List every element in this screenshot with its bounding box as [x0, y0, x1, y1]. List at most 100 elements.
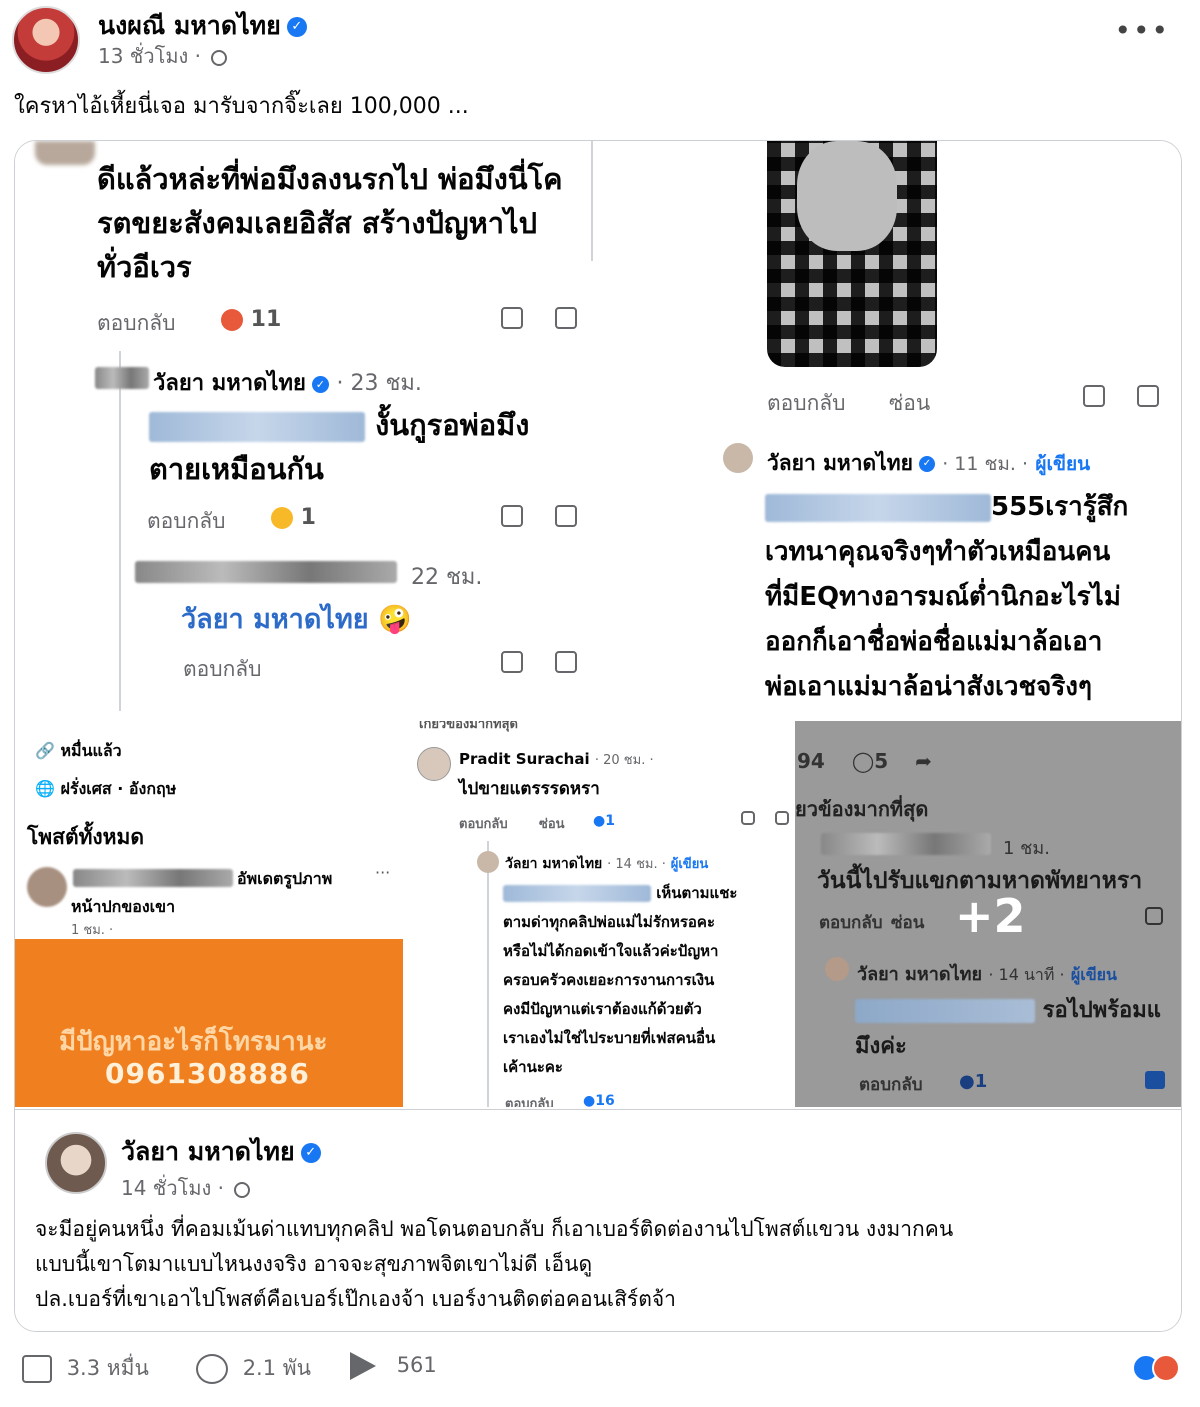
thread-line — [119, 351, 121, 711]
panel-comment-thread-3: เกี่ยวข้องมากที่สุด Pradit Surachai · 20… — [407, 721, 793, 1107]
comment-line: เวทนาคุณจริงๆทำตัวเหมือนคน — [765, 537, 1111, 567]
dislike-icon[interactable] — [555, 307, 577, 329]
like-icon[interactable] — [501, 651, 523, 673]
comment-line: คงมีปัญหาแต่เราต้องแก้ด้วยตัว — [503, 1000, 702, 1018]
comment-line: 555เรารู้สึก — [991, 492, 1129, 522]
like-icon[interactable] — [1083, 385, 1105, 407]
post-time[interactable]: 13 ชั่วโมง · — [98, 44, 201, 68]
blurred-mention — [503, 885, 651, 902]
author-name[interactable]: นงผณี มหาดไทย — [98, 11, 281, 40]
share-action[interactable]: 561 — [350, 1352, 437, 1380]
reply-text: งั้นกูรอพ่อมึง ตายเหมือนกัน — [149, 403, 669, 491]
stats-row: 94 ◯5 ➦ — [797, 749, 932, 773]
author-badge: ผู้เขียน — [1070, 965, 1117, 984]
comment-line: ดีแล้วหล่ะที่พ่อมึงลงนรกไป พ่อมึงนี่โค — [97, 162, 563, 196]
comment-time: · 14 ชม. · — [607, 857, 666, 872]
author-avatar[interactable] — [825, 957, 849, 981]
reply-button[interactable]: ตอบกลับ — [819, 909, 883, 936]
reply-button[interactable]: ตอบกลับ — [147, 505, 226, 538]
blurred-mention — [765, 493, 991, 522]
comment-author: วัลยา มหาดไทย · 14 นาที · ผู้เขียน — [857, 959, 1117, 988]
reply-button[interactable]: ตอบกลับ — [459, 813, 508, 834]
shared-text: จะมีอยู่คนหนึ่ง ที่คอมเม้นด่าแทบทุกคลิป … — [35, 1212, 1165, 1317]
panel-comment-thread-1: ดีแล้วหล่ะที่พ่อมึงลงนรกไป พ่อมึงนี่โค ร… — [15, 141, 703, 719]
author-avatar[interactable] — [417, 747, 451, 781]
reaction-summary[interactable] — [1132, 1354, 1180, 1382]
reaction-count: ●16 — [583, 1093, 615, 1107]
author-name[interactable]: วัลยา มหาดไทย — [505, 856, 602, 872]
share-icon[interactable]: ➦ — [915, 749, 932, 773]
more-images-count[interactable]: +2 — [955, 889, 1026, 943]
reply-button[interactable]: ตอบกลับ — [97, 307, 176, 340]
comment-author: วัลยา มหาดไทย · 14 ชม. · ผู้เขียน — [505, 853, 708, 875]
author-avatar[interactable] — [477, 851, 499, 873]
shared-author-avatar[interactable] — [45, 1132, 107, 1194]
angry-reaction-icon — [1152, 1354, 1180, 1382]
author-avatar[interactable] — [723, 443, 753, 473]
reaction-count: 11 — [221, 307, 281, 332]
like-icon[interactable] — [1145, 1071, 1165, 1089]
haha-reaction-icon — [271, 507, 293, 529]
hide-button[interactable]: ซ่อน — [539, 813, 565, 834]
dislike-icon[interactable] — [775, 811, 789, 825]
reply-button[interactable]: ตอบกลับ — [505, 1093, 554, 1107]
like-action[interactable]: 3.3 หมื่น — [22, 1352, 149, 1385]
author-avatar[interactable] — [12, 6, 80, 74]
comment-line: เค้านะคะ — [503, 1058, 563, 1076]
reply-button[interactable]: ตอบกลับ — [767, 387, 846, 420]
verified-icon: ✓ — [918, 456, 935, 472]
like-icon[interactable] — [741, 811, 755, 825]
like-count: 3.3 หมื่น — [66, 1356, 149, 1380]
more-icon[interactable]: ··· — [375, 863, 390, 882]
shared-author-name[interactable]: วัลยา มหาดไทย — [121, 1137, 295, 1166]
comment-line: ตามด่าทุกคลิปพ่อแม่ไม่รักหรอคะ — [503, 913, 715, 931]
blurred-avatar — [35, 141, 95, 165]
author-badge: ผู้เขียน — [670, 857, 709, 872]
more-icon[interactable]: ••• — [1114, 14, 1170, 47]
author-name[interactable]: วัลยา มหาดไทย — [767, 451, 913, 475]
comment-line: รอไปพร้อมแ — [1042, 998, 1161, 1023]
like-icon[interactable] — [1145, 907, 1163, 925]
reply-author: วัลยา มหาดไทย ✓ · 23 ชม. — [153, 365, 422, 400]
hide-button[interactable]: ซ่อน — [889, 387, 930, 420]
comment-count: 2.1 พัน — [242, 1356, 311, 1380]
comment-action[interactable]: 2.1 พัน — [196, 1352, 311, 1385]
comment-text: ไปขายแตรรรดหรา — [459, 779, 600, 799]
shared-time[interactable]: 14 ชั่วโมง · — [121, 1176, 224, 1200]
author-name[interactable]: วัลยา มหาดไทย — [857, 964, 982, 985]
reaction-count-value: 1 — [605, 813, 615, 829]
blurred-mention — [149, 412, 365, 442]
reply-button[interactable]: ตอบกลับ — [183, 653, 262, 686]
sort-label[interactable]: ยวข้องมากที่สุด — [795, 793, 928, 825]
globe-icon — [234, 1181, 251, 1198]
shared-author-row: วัลยา มหาดไทย ✓ — [121, 1132, 321, 1172]
panel-profile-page: 🔗 หมื่นแล้ว 🌐 ฝรั่งเศส · อังกฤษ โพสต์ทั้… — [15, 721, 405, 1107]
dislike-icon[interactable] — [555, 651, 577, 673]
reply-mention[interactable]: วัลยา มหาดไทย 🤪 — [181, 597, 412, 640]
author-name[interactable]: Pradit Surachai — [459, 750, 590, 768]
dislike-icon[interactable] — [555, 505, 577, 527]
verified-icon: ✓ — [311, 375, 329, 393]
post-caption: ใครหาไอ้เหี้ยนี่เจอ มารับจากจิ๊ะเลย 100,… — [14, 94, 469, 119]
reply-author-name[interactable]: วัลยา มหาดไทย — [153, 371, 306, 396]
reply-button[interactable]: ตอบกลับ — [859, 1071, 923, 1098]
phone-banner: มีปัญหาอะไรก็โทรมานะ 0961308886 — [15, 939, 403, 1107]
share-icon — [350, 1352, 376, 1380]
blurred-avatar — [27, 867, 67, 907]
followers-row: 🔗 หมื่นแล้ว — [35, 741, 122, 760]
like-icon[interactable] — [501, 505, 523, 527]
share-count: 561 — [396, 1353, 437, 1377]
reaction-count-value: 11 — [250, 307, 282, 332]
hide-button[interactable]: ซ่อน — [891, 909, 924, 936]
sort-label[interactable]: เกี่ยวข้องมากที่สุด — [419, 721, 518, 734]
verified-icon: ✓ — [286, 17, 307, 37]
screenshot-collage[interactable]: ดีแล้วหล่ะที่พ่อมึงลงนรกไป พ่อมึงนี่โค ร… — [14, 140, 1182, 1332]
like-icon[interactable] — [501, 307, 523, 329]
reaction-count-value: 16 — [595, 1093, 615, 1107]
comment-line: เราเองไม่ใช่ไประบายที่เฟสคนอื่น — [503, 1029, 716, 1047]
comment-author: Pradit Surachai · 20 ชม. · — [459, 749, 654, 770]
dislike-icon[interactable] — [1137, 385, 1159, 407]
comment-line: พ่อเอาแม่มาล้อน่าสังเวชจริงๆ — [765, 672, 1092, 702]
blurred-avatar — [95, 367, 149, 389]
reaction-count: ●1 — [593, 813, 615, 829]
